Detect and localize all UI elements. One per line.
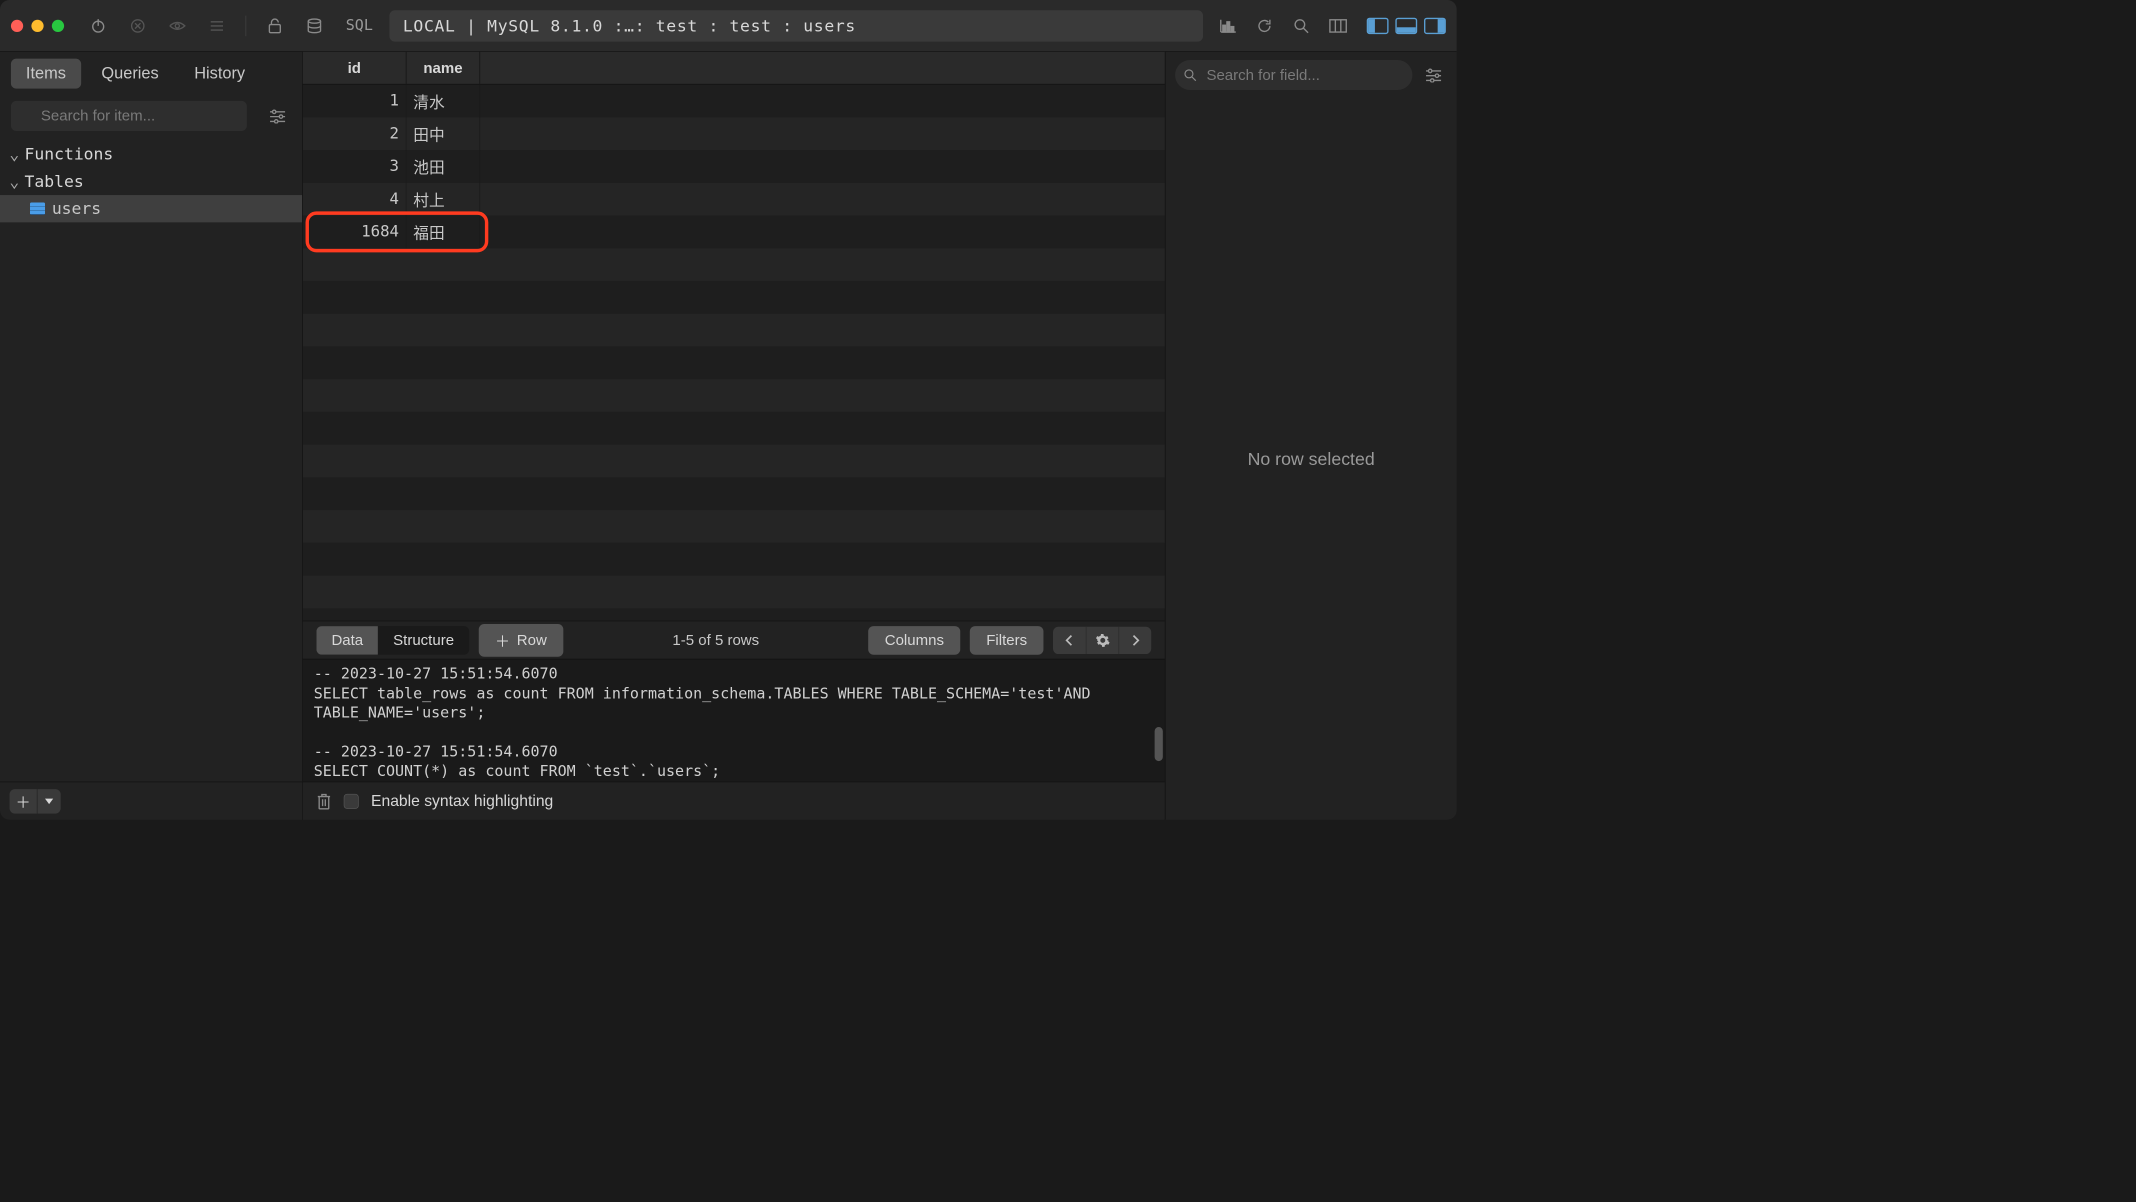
table-row[interactable] bbox=[303, 576, 1165, 609]
table-row[interactable] bbox=[303, 346, 1165, 379]
cell-id[interactable]: 1 bbox=[303, 85, 407, 118]
table-row[interactable]: 3池田 bbox=[303, 150, 1165, 183]
titlebar: SQL LOCAL | MySQL 8.1.0 :…: test : test … bbox=[0, 0, 1457, 52]
table-body[interactable]: 1清水2田中3池田4村上1684福田 bbox=[303, 85, 1165, 621]
cell-id[interactable]: 3 bbox=[303, 150, 407, 183]
add-button[interactable]: ＋ bbox=[10, 789, 37, 814]
next-page-button[interactable] bbox=[1118, 626, 1151, 653]
table-icon bbox=[30, 203, 45, 215]
refresh-icon[interactable] bbox=[1249, 11, 1279, 41]
plus-icon: ＋ bbox=[495, 629, 510, 651]
table-row[interactable] bbox=[303, 543, 1165, 576]
minimize-window-button[interactable] bbox=[31, 19, 43, 31]
column-header-name[interactable]: name bbox=[406, 52, 480, 84]
table-row[interactable] bbox=[303, 412, 1165, 445]
table-row[interactable] bbox=[303, 445, 1165, 478]
maximize-window-button[interactable] bbox=[52, 19, 64, 31]
table-row[interactable] bbox=[303, 510, 1165, 543]
tree-item-label: users bbox=[52, 199, 101, 218]
gear-icon[interactable] bbox=[1086, 626, 1119, 653]
cell-name[interactable]: 福田 bbox=[406, 216, 480, 249]
center-content: id name 1清水2田中3池田4村上1684福田 Data Structur… bbox=[303, 52, 1165, 820]
rows-status: 1-5 of 5 rows bbox=[672, 631, 759, 649]
columns-button[interactable]: Columns bbox=[868, 626, 960, 655]
field-search-input[interactable] bbox=[1175, 60, 1412, 90]
chevron-down-icon: ⌄ bbox=[8, 172, 20, 191]
functions-label: Functions bbox=[25, 145, 114, 164]
bottom-panel-toggle[interactable] bbox=[1395, 17, 1417, 33]
add-dropdown-button[interactable] bbox=[38, 789, 61, 814]
columns-icon[interactable] bbox=[1323, 11, 1353, 41]
tables-label: Tables bbox=[25, 172, 84, 191]
chart-icon[interactable] bbox=[1213, 11, 1243, 41]
breadcrumb-text: LOCAL | MySQL 8.1.0 :…: test : test : us… bbox=[403, 16, 856, 35]
cell-name[interactable]: 清水 bbox=[406, 85, 480, 118]
cancel-icon[interactable] bbox=[123, 11, 153, 41]
sql-label[interactable]: SQL bbox=[339, 17, 380, 34]
column-header-id[interactable]: id bbox=[303, 52, 407, 84]
close-window-button[interactable] bbox=[11, 19, 23, 31]
breadcrumb-bar[interactable]: LOCAL | MySQL 8.1.0 :…: test : test : us… bbox=[389, 10, 1203, 41]
table-row[interactable] bbox=[303, 314, 1165, 347]
lines-icon[interactable] bbox=[202, 11, 232, 41]
cell-id[interactable]: 4 bbox=[303, 183, 407, 216]
center-toolbar: Data Structure ＋ Row 1-5 of 5 rows Colum… bbox=[303, 621, 1165, 659]
no-row-selected-label: No row selected bbox=[1166, 98, 1457, 820]
table-row[interactable]: 1684福田 bbox=[303, 216, 1165, 249]
cell-id[interactable]: 2 bbox=[303, 117, 407, 150]
sidebar-search-input[interactable] bbox=[11, 101, 247, 131]
tree-section-functions[interactable]: ⌄ Functions bbox=[0, 140, 302, 167]
tab-history[interactable]: History bbox=[179, 59, 260, 89]
tab-queries[interactable]: Queries bbox=[86, 59, 173, 89]
table-row[interactable]: 2田中 bbox=[303, 117, 1165, 150]
sql-log-text[interactable]: -- 2023-10-27 15:51:54.6070 SELECT table… bbox=[303, 659, 1153, 781]
scroll-thumb[interactable] bbox=[1155, 727, 1163, 761]
table-row[interactable]: 1清水 bbox=[303, 85, 1165, 118]
table-row[interactable] bbox=[303, 477, 1165, 510]
tab-items[interactable]: Items bbox=[11, 59, 81, 89]
trash-icon[interactable] bbox=[316, 792, 331, 810]
table-row[interactable]: 4村上 bbox=[303, 183, 1165, 216]
sidebar: Items Queries History ⌄ Functions bbox=[0, 52, 303, 820]
window-controls bbox=[11, 19, 64, 31]
filters-button[interactable]: Filters bbox=[970, 626, 1044, 655]
table-row[interactable] bbox=[303, 281, 1165, 314]
table-row[interactable] bbox=[303, 379, 1165, 412]
cell-id[interactable]: 1684 bbox=[303, 216, 407, 249]
right-panel: No row selected bbox=[1165, 52, 1457, 820]
divider bbox=[246, 15, 247, 35]
sql-log-scrollbar[interactable] bbox=[1153, 659, 1165, 781]
log-footer: Enable syntax highlighting bbox=[303, 782, 1165, 820]
syntax-highlight-label: Enable syntax highlighting bbox=[371, 792, 553, 810]
table-row[interactable] bbox=[303, 248, 1165, 281]
tab-data[interactable]: Data bbox=[316, 626, 378, 655]
syntax-highlight-checkbox[interactable] bbox=[344, 794, 359, 809]
tab-structure[interactable]: Structure bbox=[378, 626, 469, 655]
cell-name[interactable]: 村上 bbox=[406, 183, 480, 216]
search-icon bbox=[1183, 68, 1197, 82]
add-row-button[interactable]: ＋ Row bbox=[479, 624, 564, 657]
field-filter-icon[interactable] bbox=[1420, 61, 1447, 88]
cell-name[interactable]: 田中 bbox=[406, 117, 480, 150]
prev-page-button[interactable] bbox=[1053, 626, 1086, 653]
table-header: id name bbox=[303, 52, 1165, 85]
cell-name[interactable]: 池田 bbox=[406, 150, 480, 183]
tree-section-tables[interactable]: ⌄ Tables bbox=[0, 168, 302, 195]
filter-settings-icon[interactable] bbox=[264, 102, 291, 129]
eye-icon[interactable] bbox=[162, 11, 192, 41]
add-row-label: Row bbox=[517, 631, 547, 649]
right-panel-toggle[interactable] bbox=[1424, 17, 1446, 33]
power-icon[interactable] bbox=[83, 11, 113, 41]
sql-log: -- 2023-10-27 15:51:54.6070 SELECT table… bbox=[303, 659, 1165, 782]
lock-icon[interactable] bbox=[260, 11, 290, 41]
search-icon[interactable] bbox=[1286, 11, 1316, 41]
database-icon[interactable] bbox=[299, 11, 329, 41]
chevron-down-icon: ⌄ bbox=[8, 145, 20, 164]
left-panel-toggle[interactable] bbox=[1367, 17, 1389, 33]
tree-item-users[interactable]: users bbox=[0, 195, 302, 222]
